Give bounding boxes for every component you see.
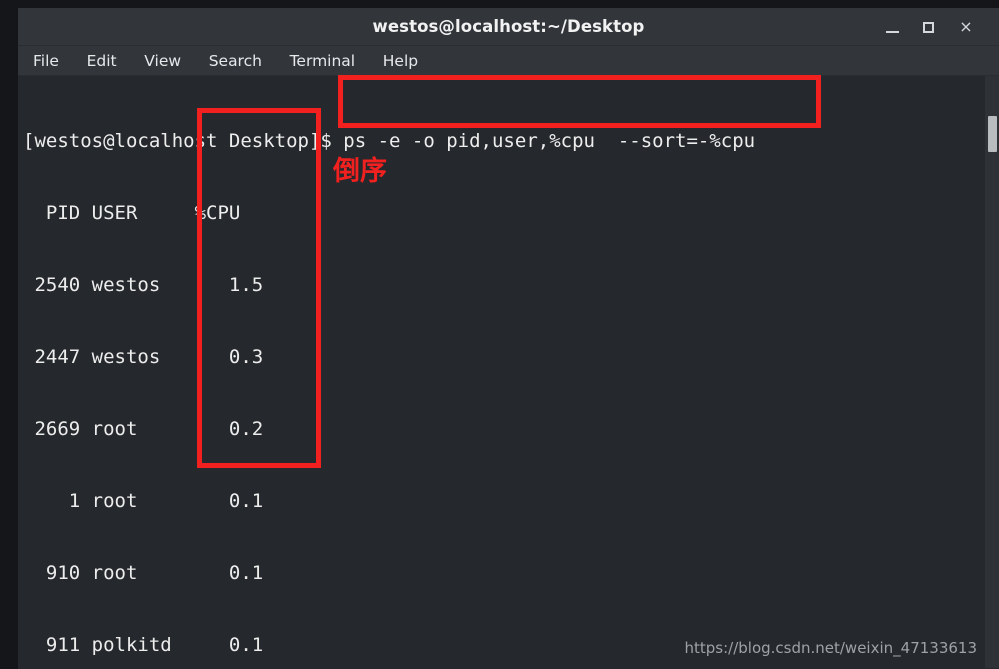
table-row: 1 root 0.1 [23,490,264,512]
maximize-icon [922,22,934,33]
close-icon: × [959,17,973,36]
terminal-window: westos@localhost:~/Desktop × File Edit V… [18,8,999,669]
maximize-button[interactable] [913,8,943,46]
screen: westos@localhost:~/Desktop × File Edit V… [0,0,999,669]
table-row: 2540 westos 1.5 [23,274,264,296]
scrollbar-thumb[interactable] [988,116,997,152]
window-title: westos@localhost:~/Desktop [372,17,645,36]
prompt-line: [westos@localhost Desktop]$ ps -e -o pid… [23,130,756,152]
table-row: 911 polkitd 0.1 [23,634,264,656]
close-button[interactable]: × [951,8,981,46]
minimize-button[interactable] [877,8,907,46]
annotation-label: 倒序 [333,156,387,187]
terminal-text-block: [westos@localhost Desktop]$ ps -e -o pid… [23,81,755,668]
terminal-output[interactable]: [westos@localhost Desktop]$ ps -e -o pid… [18,76,999,668]
menu-bar: File Edit View Search Terminal Help [18,46,999,76]
menu-item-search[interactable]: Search [200,46,271,76]
table-row: 2447 westos 0.3 [23,346,264,368]
minimize-icon [885,30,899,33]
menu-item-file[interactable]: File [24,46,68,76]
table-row: 910 root 0.1 [23,562,264,584]
menu-item-view[interactable]: View [135,46,190,76]
title-bar: westos@localhost:~/Desktop × [18,8,999,46]
table-row: 2669 root 0.2 [23,418,264,440]
menu-item-terminal[interactable]: Terminal [281,46,365,76]
vertical-scrollbar[interactable] [985,76,999,668]
watermark-text: https://blog.csdn.net/weixin_47133613 [684,639,977,657]
menu-item-help[interactable]: Help [374,46,427,76]
table-header: PID USER %CPU [23,202,241,224]
menu-item-edit[interactable]: Edit [78,46,126,76]
